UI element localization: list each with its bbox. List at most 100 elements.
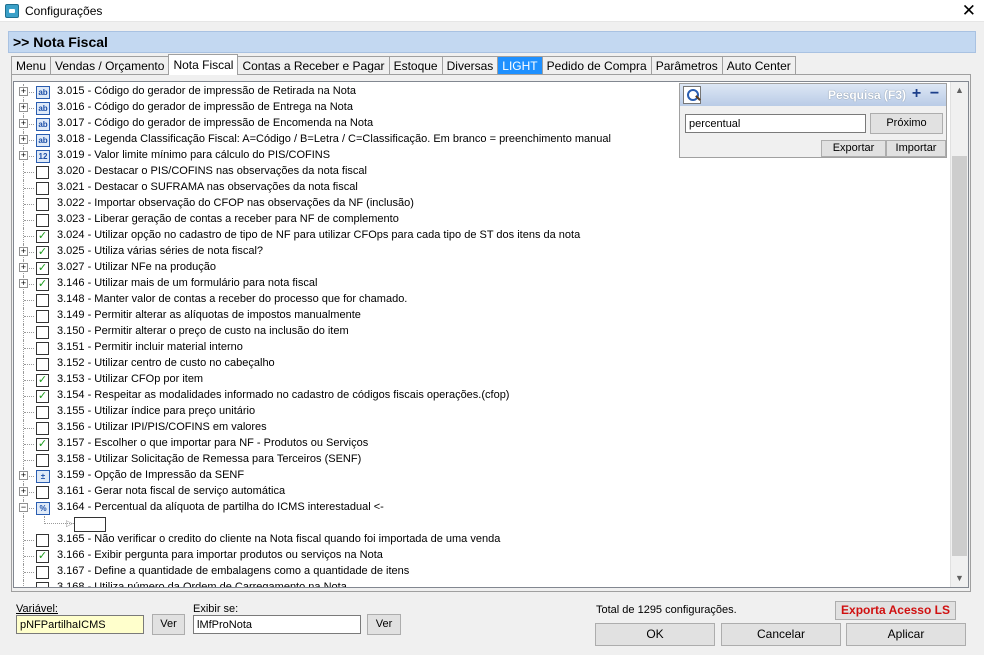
minus-icon[interactable]: −	[926, 85, 943, 103]
ok-button[interactable]: OK	[595, 623, 715, 646]
expand-icon[interactable]: +	[19, 151, 28, 160]
checkbox[interactable]	[36, 454, 49, 467]
checkbox[interactable]	[36, 486, 49, 499]
expand-icon[interactable]: +	[19, 263, 28, 272]
checkbox[interactable]	[36, 182, 49, 195]
expand-icon[interactable]: +	[19, 135, 28, 144]
tree-row-label: 3.168 - Utiliza número da Ordem de Carre…	[57, 581, 347, 587]
checkbox[interactable]: ✓	[36, 390, 49, 403]
tree-row[interactable]: 3.023 - Liberar geração de contas a rece…	[14, 212, 950, 228]
tree-row[interactable]: 3.151 - Permitir incluir material intern…	[14, 340, 950, 356]
cancel-button[interactable]: Cancelar	[721, 623, 841, 646]
tree-branch-line	[24, 316, 34, 317]
tab-diversas[interactable]: Diversas	[441, 56, 499, 75]
tree-row[interactable]: 3.158 - Utilizar Solicitação de Remessa …	[14, 452, 950, 468]
tab-contas-a-receber-e-pagar[interactable]: Contas a Receber e Pagar	[237, 56, 390, 75]
tree-row[interactable]: 3.150 - Permitir alterar o preço de cust…	[14, 324, 950, 340]
tree-row[interactable]: + ✓ 3.025 - Utiliza várias séries de nota …	[14, 244, 950, 260]
tree-row[interactable]: 3.167 - Define a quantidade de embalagen…	[14, 564, 950, 580]
checkbox[interactable]	[36, 358, 49, 371]
checkbox[interactable]	[36, 326, 49, 339]
tree-row[interactable]: 3.021 - Destacar o SUFRAMA nas observaçõ…	[14, 180, 950, 196]
tree-row[interactable]: 3.020 - Destacar o PIS/COFINS nas observ…	[14, 164, 950, 180]
export-button[interactable]: Exportar	[821, 140, 886, 157]
tab-menu[interactable]: Menu	[11, 56, 52, 75]
checkbox[interactable]: ✓	[36, 230, 49, 243]
view-condition-button[interactable]: Ver	[367, 614, 401, 635]
expand-icon[interactable]: +	[19, 471, 28, 480]
checkbox[interactable]: ✓	[36, 246, 49, 259]
close-icon[interactable]: ✕	[962, 1, 976, 21]
tree-row[interactable]: + ±3.159 - Opção de Impressão da SENF	[14, 468, 950, 484]
scroll-up-icon[interactable]: ▲	[951, 82, 968, 99]
view-variable-button[interactable]: Ver	[152, 614, 185, 635]
tree-row-label: 3.015 - Código do gerador de impressão d…	[57, 85, 357, 97]
checkbox[interactable]: ✓	[36, 374, 49, 387]
checkbox[interactable]: ✓	[36, 278, 49, 291]
value-edit-field[interactable]	[74, 517, 106, 532]
tree-row[interactable]: ✓ 3.153 - Utilizar CFOp por item	[14, 372, 950, 388]
tree-row[interactable]: 3.022 - Importar observação do CFOP nas …	[14, 196, 950, 212]
checkbox[interactable]	[36, 214, 49, 227]
tree-row[interactable]: +3.161 - Gerar nota fiscal de serviço au…	[14, 484, 950, 500]
expand-icon[interactable]: +	[19, 87, 28, 96]
tree-row[interactable]: 3.152 - Utilizar centro de custo no cabe…	[14, 356, 950, 372]
scroll-down-icon[interactable]: ▼	[951, 570, 968, 587]
tree-row[interactable]: 3.165 - Não verificar o credito do clien…	[14, 532, 950, 548]
variable-field[interactable]	[16, 615, 144, 634]
tree-row[interactable]: 3.155 - Utilizar índice para preço unitá…	[14, 404, 950, 420]
expand-icon[interactable]: +	[19, 279, 28, 288]
search-input[interactable]	[685, 114, 866, 133]
tab-nota-fiscal[interactable]: Nota Fiscal	[168, 54, 239, 75]
tree-row[interactable]: + ✓ 3.027 - Utilizar NFe na produção	[14, 260, 950, 276]
checkbox[interactable]	[36, 198, 49, 211]
expand-icon[interactable]: +	[19, 247, 28, 256]
checkbox[interactable]: ✓	[36, 438, 49, 451]
tree-row[interactable]: 3.148 - Manter valor de contas a receber…	[14, 292, 950, 308]
tree-row-label: 3.165 - Não verificar o credito do clien…	[57, 533, 501, 545]
tree-row[interactable]: 3.168 - Utiliza número da Ordem de Carre…	[14, 580, 950, 587]
vertical-scrollbar[interactable]: ▲ ▼	[950, 82, 968, 587]
tree-edit-row[interactable]: ▷	[14, 516, 950, 532]
tree-row[interactable]: + ✓ 3.146 - Utilizar mais de um formulário…	[14, 276, 950, 292]
tab-estoque[interactable]: Estoque	[388, 56, 443, 75]
checkbox[interactable]	[36, 310, 49, 323]
tree-row[interactable]: 3.156 - Utilizar IPI/PIS/COFINS em valor…	[14, 420, 950, 436]
next-button[interactable]: Próximo	[870, 113, 943, 134]
checkbox[interactable]	[36, 534, 49, 547]
checkbox[interactable]	[36, 566, 49, 579]
tab-pedido-de-compra[interactable]: Pedido de Compra	[541, 56, 652, 75]
checkbox[interactable]: ✓	[36, 550, 49, 563]
tree-row[interactable]: ✓ 3.024 - Utilizar opção no cadastro de t…	[14, 228, 950, 244]
checkbox[interactable]	[36, 342, 49, 355]
tab-light[interactable]: LIGHT	[497, 56, 543, 75]
expand-icon[interactable]: +	[19, 487, 28, 496]
show-if-field[interactable]	[193, 615, 361, 634]
export-access-button[interactable]: Exporta Acesso LS	[835, 601, 956, 620]
collapse-icon[interactable]: −	[19, 503, 28, 512]
checkbox[interactable]	[36, 406, 49, 419]
checkbox[interactable]: ✓	[36, 262, 49, 275]
tree-row[interactable]: ✓ 3.166 - Exibir pergunta para importar p…	[14, 548, 950, 564]
scroll-thumb[interactable]	[952, 156, 967, 556]
tab-vendas-or-amento[interactable]: Vendas / Orçamento	[50, 56, 170, 75]
number-type-icon: 12	[36, 150, 50, 163]
checkbox[interactable]	[36, 422, 49, 435]
tab-auto-center[interactable]: Auto Center	[721, 56, 796, 75]
checkbox[interactable]	[36, 294, 49, 307]
tree-branch-line	[24, 220, 34, 221]
plus-icon[interactable]: +	[908, 85, 925, 103]
tree-row[interactable]: ✓ 3.157 - Escolher o que importar para NF…	[14, 436, 950, 452]
tree-branch-line	[24, 540, 34, 541]
expand-icon[interactable]: +	[19, 103, 28, 112]
checkbox[interactable]	[36, 166, 49, 179]
tree-row[interactable]: −% 3.164 - Percentual da alíquota de part…	[14, 500, 950, 516]
tree-row[interactable]: 3.149 - Permitir alterar as alíquotas de…	[14, 308, 950, 324]
tree-row-label: 3.020 - Destacar o PIS/COFINS nas observ…	[57, 165, 367, 177]
checkbox[interactable]	[36, 582, 49, 587]
expand-icon[interactable]: +	[19, 119, 28, 128]
import-button[interactable]: Importar	[886, 140, 946, 157]
tree-row[interactable]: ✓ 3.154 - Respeitar as modalidades inform…	[14, 388, 950, 404]
apply-button[interactable]: Aplicar	[846, 623, 966, 646]
tab-par-metros[interactable]: Parâmetros	[650, 56, 723, 75]
